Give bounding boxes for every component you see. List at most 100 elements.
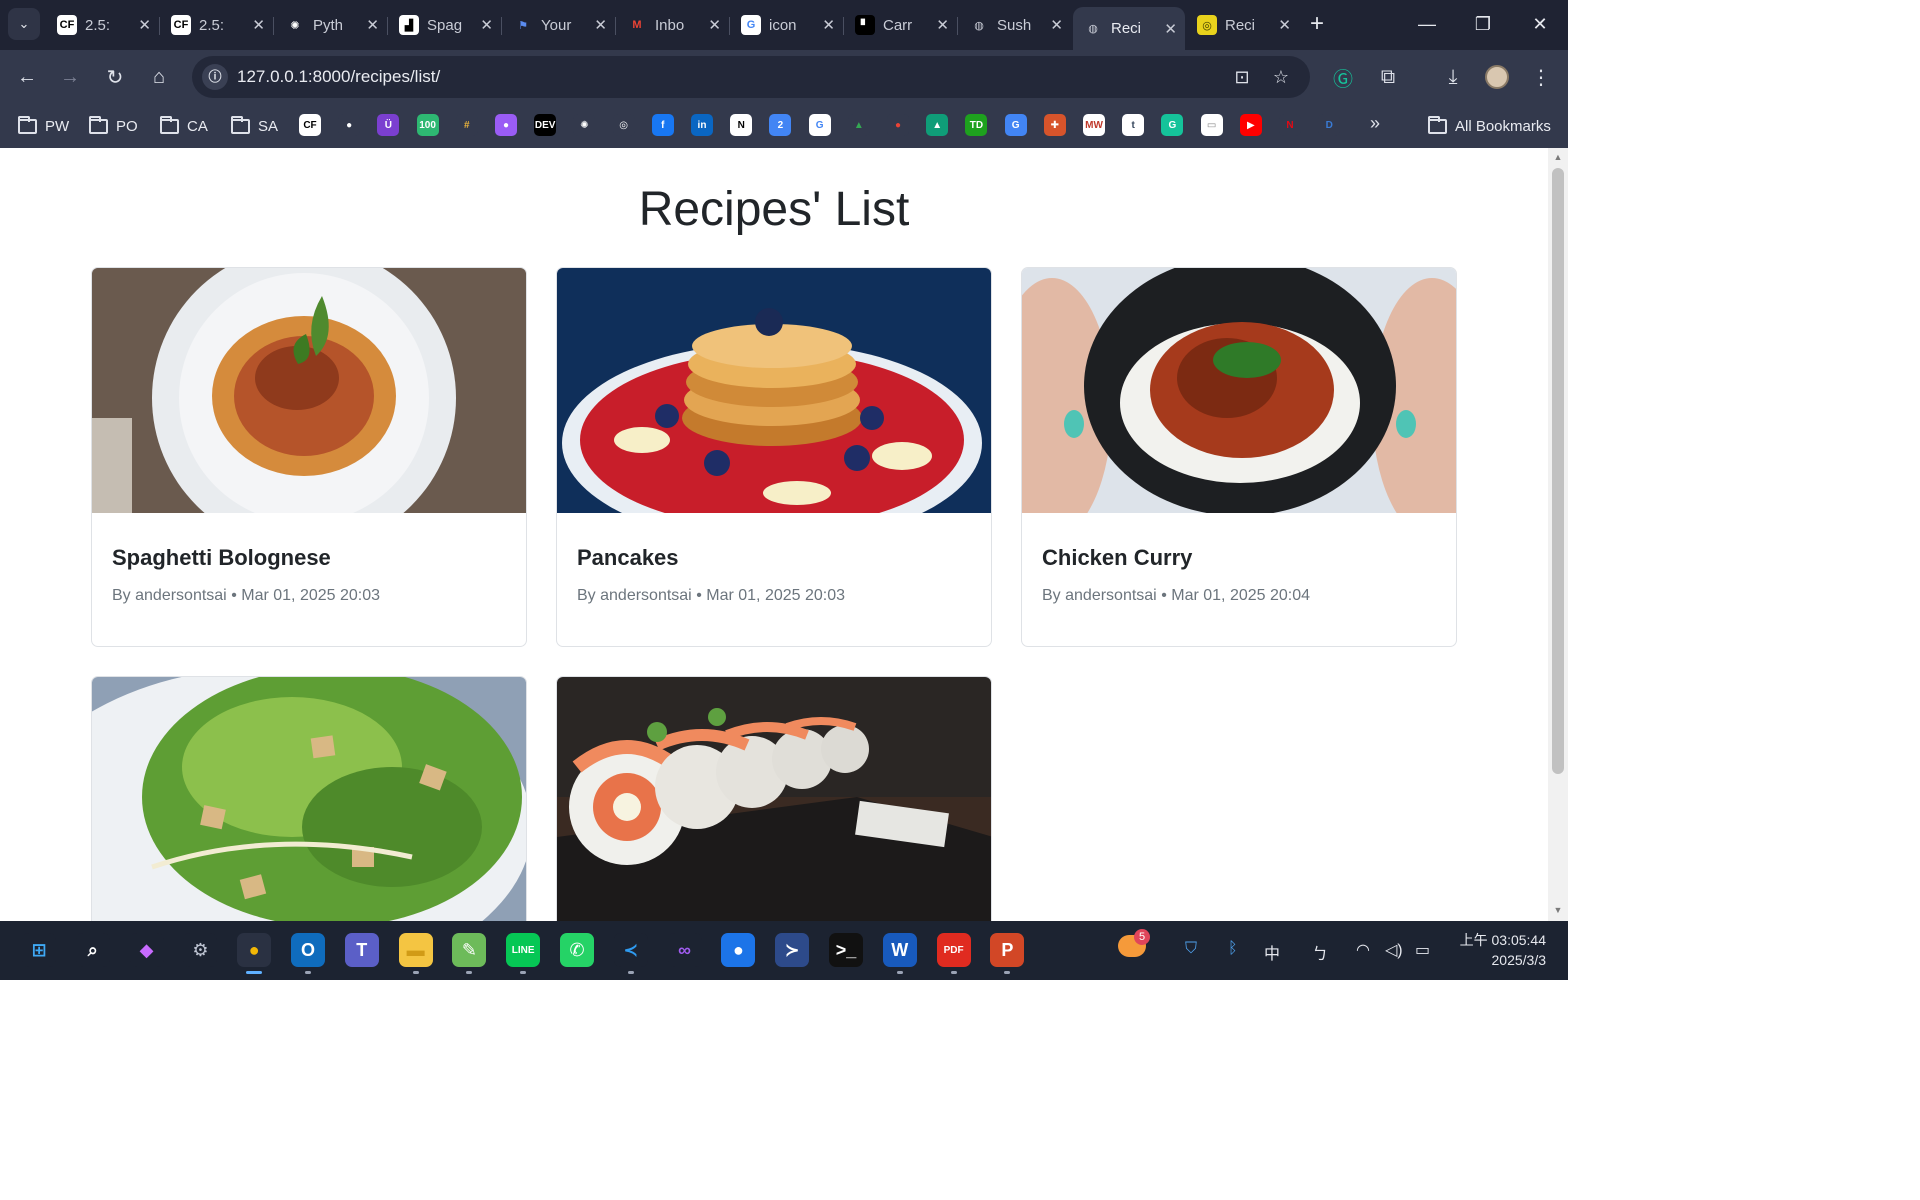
url-text[interactable]: 127.0.0.1:8000/recipes/list/ <box>237 67 440 87</box>
tab-close-icon[interactable]: ✕ <box>138 16 151 34</box>
drive-icon[interactable]: ▲ <box>847 114 870 136</box>
scroll-thumb[interactable] <box>1552 168 1564 774</box>
recipe-card[interactable]: Spaghetti Bolognese By andersontsai • Ma… <box>91 267 527 647</box>
scroll-down-arrow-icon[interactable]: ▼ <box>1552 905 1564 915</box>
recipe-card[interactable] <box>556 676 992 921</box>
file-explorer-icon[interactable]: ▬ <box>398 933 433 967</box>
browser-tab[interactable]: ⚑ Your ✕ <box>503 8 615 42</box>
spaghetti-image[interactable] <box>92 268 526 513</box>
extensions-puzzle-icon[interactable]: ⧉ <box>1372 61 1404 93</box>
wifi-icon[interactable]: ◠ <box>1356 940 1370 960</box>
messenger-icon[interactable]: ● <box>495 114 517 136</box>
tab-close-icon[interactable]: ✕ <box>1050 16 1063 34</box>
cf-icon[interactable]: CF <box>299 114 321 136</box>
chrome-icon[interactable]: ● <box>237 933 272 967</box>
maps-icon[interactable]: ● <box>887 114 909 136</box>
search-icon[interactable]: ⌕ <box>75 933 110 967</box>
linkedin-icon[interactable]: in <box>691 114 713 136</box>
dev-icon[interactable]: DEV <box>534 114 557 136</box>
outlook-icon[interactable]: O <box>291 933 325 967</box>
google-icon[interactable]: G <box>808 114 831 136</box>
crest-icon[interactable]: ✚ <box>1043 114 1066 136</box>
pancakes-image[interactable] <box>557 268 991 513</box>
salad-image[interactable] <box>92 677 526 921</box>
td-icon[interactable]: TD <box>965 114 988 136</box>
vscode-icon[interactable]: ≺ <box>613 933 648 967</box>
browser-tab[interactable]: CF 2.5: ✕ <box>47 8 159 42</box>
menu-kebab-icon[interactable]: ⋮ <box>1525 61 1557 93</box>
more-bookmarks-chevron-icon[interactable]: » <box>1370 113 1380 134</box>
download-icon[interactable]: ⤓ <box>1437 61 1469 93</box>
reload-icon[interactable]: ↻ <box>99 61 131 93</box>
facebook-icon[interactable]: f <box>651 114 674 136</box>
restore-button[interactable]: ❐ <box>1463 10 1503 38</box>
tab-close-icon[interactable]: ✕ <box>252 16 265 34</box>
recipe-title[interactable]: Chicken Curry <box>1042 545 1436 571</box>
back-arrow-icon[interactable]: ← <box>11 61 43 93</box>
openai-icon[interactable]: ✺ <box>573 114 596 136</box>
recipe-title[interactable]: Spaghetti Bolognese <box>112 545 506 571</box>
github-icon[interactable]: ● <box>338 114 361 136</box>
youtube-icon[interactable]: ▶ <box>1239 114 1262 136</box>
address-bar[interactable]: ⓘ 127.0.0.1:8000/recipes/list/ ⊡ ☆ <box>192 56 1310 98</box>
profile-avatar[interactable] <box>1481 61 1513 93</box>
sushi-image[interactable] <box>557 677 991 921</box>
grammarly-icon[interactable]: G <box>1161 114 1184 136</box>
security-shield-icon[interactable]: ⛉ <box>1185 940 1197 958</box>
browser-tab[interactable]: ◍ Sush ✕ <box>959 8 1071 42</box>
weather-icon[interactable]: 5 <box>1118 929 1150 962</box>
system-clock[interactable]: 上午 03:05:44 2025/3/3 <box>1450 930 1546 970</box>
curry-image[interactable] <box>1022 268 1456 513</box>
volume-icon[interactable]: ◁) <box>1385 940 1403 960</box>
ime-indicator[interactable]: 中 <box>1264 940 1280 964</box>
settings-gear-icon[interactable]: ⚙ <box>183 933 218 967</box>
maps-pin-icon[interactable]: ● <box>721 933 756 967</box>
app-teal-icon[interactable]: ▲ <box>926 114 949 136</box>
calendar-icon[interactable]: 2 <box>769 114 792 136</box>
podcast-icon[interactable]: ◎ <box>612 114 635 136</box>
bookmark-folder[interactable]: SA <box>231 114 278 138</box>
tab-close-icon[interactable]: ✕ <box>936 16 949 34</box>
whatsapp-icon[interactable]: ✆ <box>560 933 594 967</box>
grammarly-extension-icon[interactable]: Ⓖ <box>1327 61 1359 93</box>
tab-close-icon[interactable]: ✕ <box>1278 16 1291 34</box>
tab-close-icon[interactable]: ✕ <box>480 16 493 34</box>
notion-icon[interactable]: N <box>730 114 753 136</box>
translate-icon[interactable]: ⊡ <box>1230 65 1254 89</box>
scroll-up-arrow-icon[interactable]: ▲ <box>1552 152 1564 162</box>
translate-icon[interactable]: G <box>1004 114 1027 136</box>
recipe-card[interactable] <box>91 676 527 921</box>
tab-search-chevron-icon[interactable]: ⌄ <box>8 8 40 40</box>
visual-studio-icon[interactable]: ∞ <box>667 933 702 967</box>
mw-icon[interactable]: MW <box>1083 114 1105 136</box>
start-icon[interactable]: ⊞ <box>22 933 56 967</box>
line-icon[interactable]: LINE <box>506 933 541 967</box>
browser-tab[interactable]: ▟ Spag ✕ <box>389 8 501 42</box>
minimize-button[interactable]: — <box>1407 10 1447 38</box>
copilot-icon[interactable]: ◆ <box>129 933 164 967</box>
recipe-card[interactable]: Pancakes By andersontsai • Mar 01, 2025 … <box>556 267 992 647</box>
browser-tab[interactable]: Gicon ✕ <box>731 8 843 42</box>
close-window-button[interactable]: ✕ <box>1520 10 1560 38</box>
browser-tab[interactable]: CF 2.5: ✕ <box>161 8 273 42</box>
word-icon[interactable]: W <box>882 933 917 967</box>
pdf-icon[interactable]: PDF <box>936 933 971 967</box>
tab-close-icon[interactable]: ✕ <box>708 16 721 34</box>
recipe-title[interactable]: Pancakes <box>577 545 971 571</box>
slack-icon[interactable]: # <box>455 114 478 136</box>
tab-close-icon[interactable]: ✕ <box>594 16 607 34</box>
browser-tab[interactable]: ▘ Carr ✕ <box>845 8 957 42</box>
powershell-icon[interactable]: ≻ <box>775 933 810 967</box>
100-icon[interactable]: 100 <box>416 114 439 136</box>
new-tab-button[interactable]: + <box>1303 12 1331 38</box>
site-info-icon[interactable]: ⓘ <box>202 64 228 90</box>
recipe-card[interactable]: Chicken Curry By andersontsai • Mar 01, … <box>1021 267 1457 647</box>
bookmark-folder[interactable]: CA <box>160 114 208 138</box>
powerpoint-icon[interactable]: P <box>990 933 1025 967</box>
netflix-icon[interactable]: N <box>1279 114 1301 136</box>
teams-icon[interactable]: T <box>344 933 379 967</box>
browser-tab[interactable]: ◎ Reci ✕ <box>1187 8 1299 42</box>
page-scrollbar[interactable]: ▲ ▼ <box>1548 148 1568 921</box>
d-icon[interactable]: D <box>1318 114 1341 136</box>
terminal-icon[interactable]: >_ <box>829 933 863 967</box>
